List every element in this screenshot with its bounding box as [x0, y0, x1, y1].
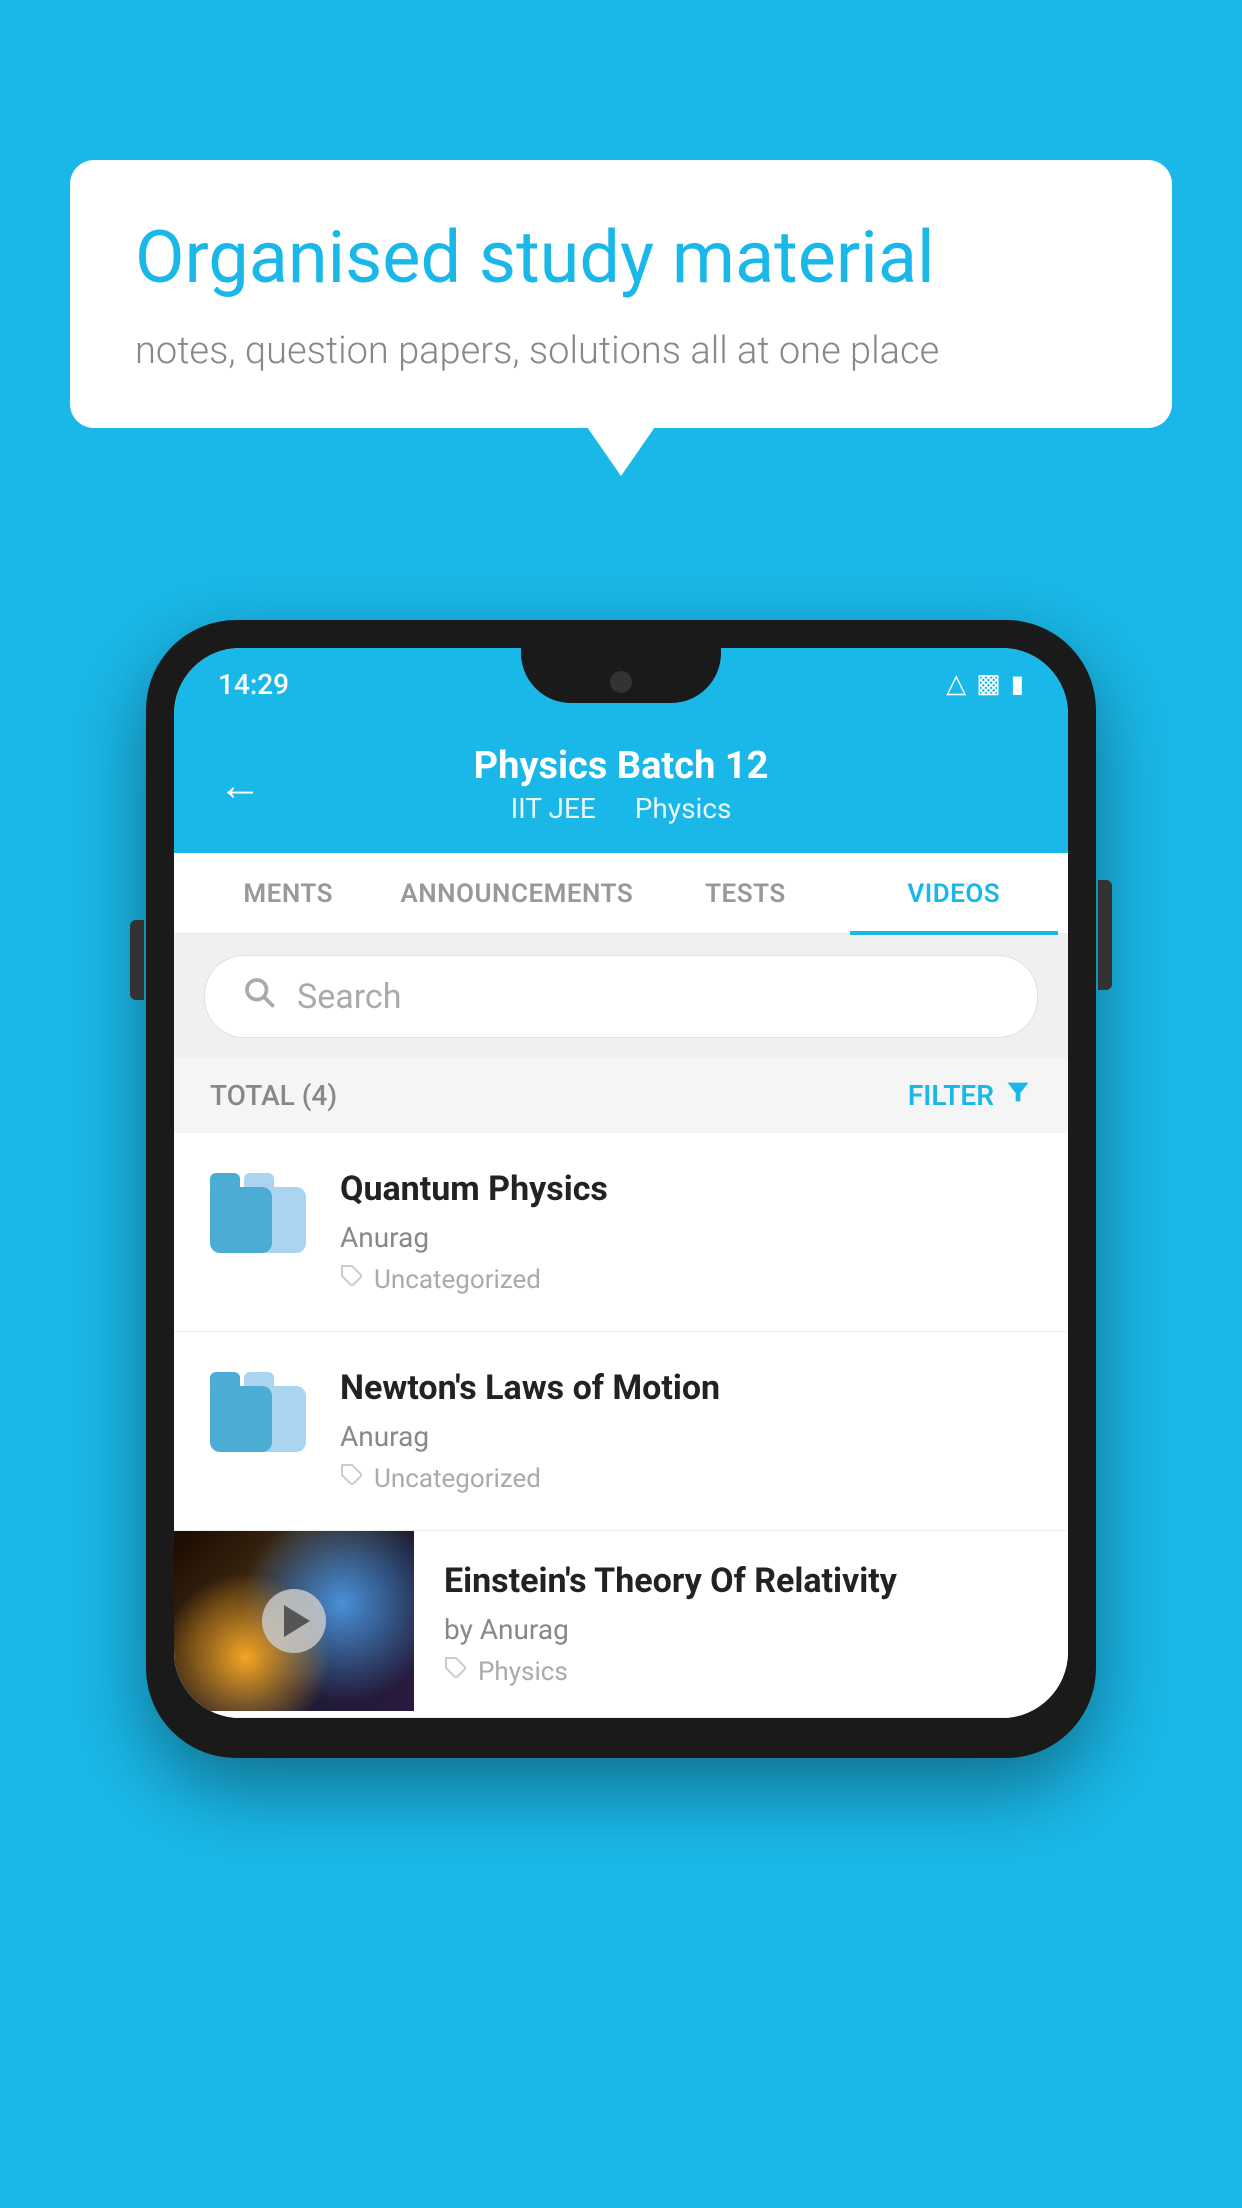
- header-subtitle: IIT JEE Physics: [292, 792, 950, 825]
- filter-button[interactable]: FILTER: [908, 1078, 1032, 1113]
- speech-bubble-container: Organised study material notes, question…: [70, 160, 1172, 428]
- video-item-3[interactable]: Einstein's Theory Of Relativity by Anura…: [174, 1531, 1068, 1718]
- header-subtitle-batch: IIT JEE: [511, 792, 596, 825]
- wifi-icon: △: [946, 669, 966, 699]
- status-bar: 14:29 △ ▩ ▮: [174, 648, 1068, 720]
- video-author-3: by Anurag: [444, 1613, 1038, 1646]
- tag-icon-3: [444, 1656, 468, 1687]
- play-icon: [284, 1605, 310, 1637]
- video-icon-2: [210, 1376, 310, 1456]
- notch: [521, 648, 721, 703]
- tab-tests[interactable]: TESTS: [641, 853, 849, 935]
- signal-icon: ▩: [976, 669, 1001, 699]
- video-author-1: Anurag: [340, 1221, 1032, 1254]
- video-item-1[interactable]: Quantum Physics Anurag Uncategorized: [174, 1133, 1068, 1332]
- back-button[interactable]: ←: [218, 759, 262, 811]
- tab-ments[interactable]: MENTS: [184, 853, 392, 935]
- filter-label: FILTER: [908, 1079, 994, 1112]
- video-tag-text-3: Physics: [478, 1657, 568, 1687]
- video-tag-text-1: Uncategorized: [374, 1265, 541, 1295]
- video-tag-1: Uncategorized: [340, 1264, 1032, 1295]
- battery-icon: ▮: [1011, 670, 1024, 698]
- app-header: ← Physics Batch 12 IIT JEE Physics: [174, 720, 1068, 853]
- search-input[interactable]: Search: [297, 977, 401, 1017]
- phone-mockup: 14:29 △ ▩ ▮ ← Physics Batch 12: [146, 620, 1096, 1758]
- search-bar-wrapper: Search: [174, 935, 1068, 1058]
- speech-bubble-subtitle: notes, question papers, solutions all at…: [135, 329, 1107, 373]
- video-author-2: Anurag: [340, 1420, 1032, 1453]
- video-icon-1: [210, 1177, 310, 1257]
- video-tag-3: Physics: [444, 1656, 1038, 1687]
- video-info-1: Quantum Physics Anurag Uncategorized: [340, 1169, 1032, 1295]
- header-title: Physics Batch 12: [292, 744, 950, 788]
- video-thumbnail-3: [174, 1531, 414, 1711]
- filter-bar: TOTAL (4) FILTER: [174, 1058, 1068, 1133]
- speech-bubble: Organised study material notes, question…: [70, 160, 1172, 428]
- video-tag-text-2: Uncategorized: [374, 1464, 541, 1494]
- video-info-2: Newton's Laws of Motion Anurag Uncategor…: [340, 1368, 1032, 1494]
- tab-bar: MENTS ANNOUNCEMENTS TESTS VIDEOS: [174, 853, 1068, 935]
- tag-icon-2: [340, 1463, 364, 1494]
- speech-bubble-title: Organised study material: [135, 215, 1107, 301]
- status-icons: △ ▩ ▮: [946, 669, 1024, 699]
- status-time: 14:29: [218, 668, 289, 701]
- search-bar[interactable]: Search: [204, 955, 1038, 1038]
- video-title-3: Einstein's Theory Of Relativity: [444, 1561, 1038, 1601]
- page-background: Organised study material notes, question…: [0, 0, 1242, 2208]
- camera-icon: [610, 671, 632, 693]
- video-title-2: Newton's Laws of Motion: [340, 1368, 1032, 1408]
- video-item-2[interactable]: Newton's Laws of Motion Anurag Uncategor…: [174, 1332, 1068, 1531]
- search-icon: [241, 974, 277, 1019]
- video-list: Quantum Physics Anurag Uncategorized: [174, 1133, 1068, 1718]
- video-title-1: Quantum Physics: [340, 1169, 1032, 1209]
- play-button-3[interactable]: [262, 1589, 326, 1653]
- tab-videos[interactable]: VIDEOS: [850, 853, 1058, 935]
- tab-announcements[interactable]: ANNOUNCEMENTS: [392, 853, 641, 935]
- total-count: TOTAL (4): [210, 1079, 337, 1112]
- filter-icon: [1004, 1078, 1032, 1113]
- video-tag-2: Uncategorized: [340, 1463, 1032, 1494]
- header-subtitle-subject: Physics: [635, 792, 732, 825]
- phone-outer: 14:29 △ ▩ ▮ ← Physics Batch 12: [146, 620, 1096, 1758]
- video-info-3: Einstein's Theory Of Relativity by Anura…: [414, 1531, 1068, 1717]
- header-title-group: Physics Batch 12 IIT JEE Physics: [292, 744, 950, 825]
- tag-icon-1: [340, 1264, 364, 1295]
- phone-screen: 14:29 △ ▩ ▮ ← Physics Batch 12: [174, 648, 1068, 1718]
